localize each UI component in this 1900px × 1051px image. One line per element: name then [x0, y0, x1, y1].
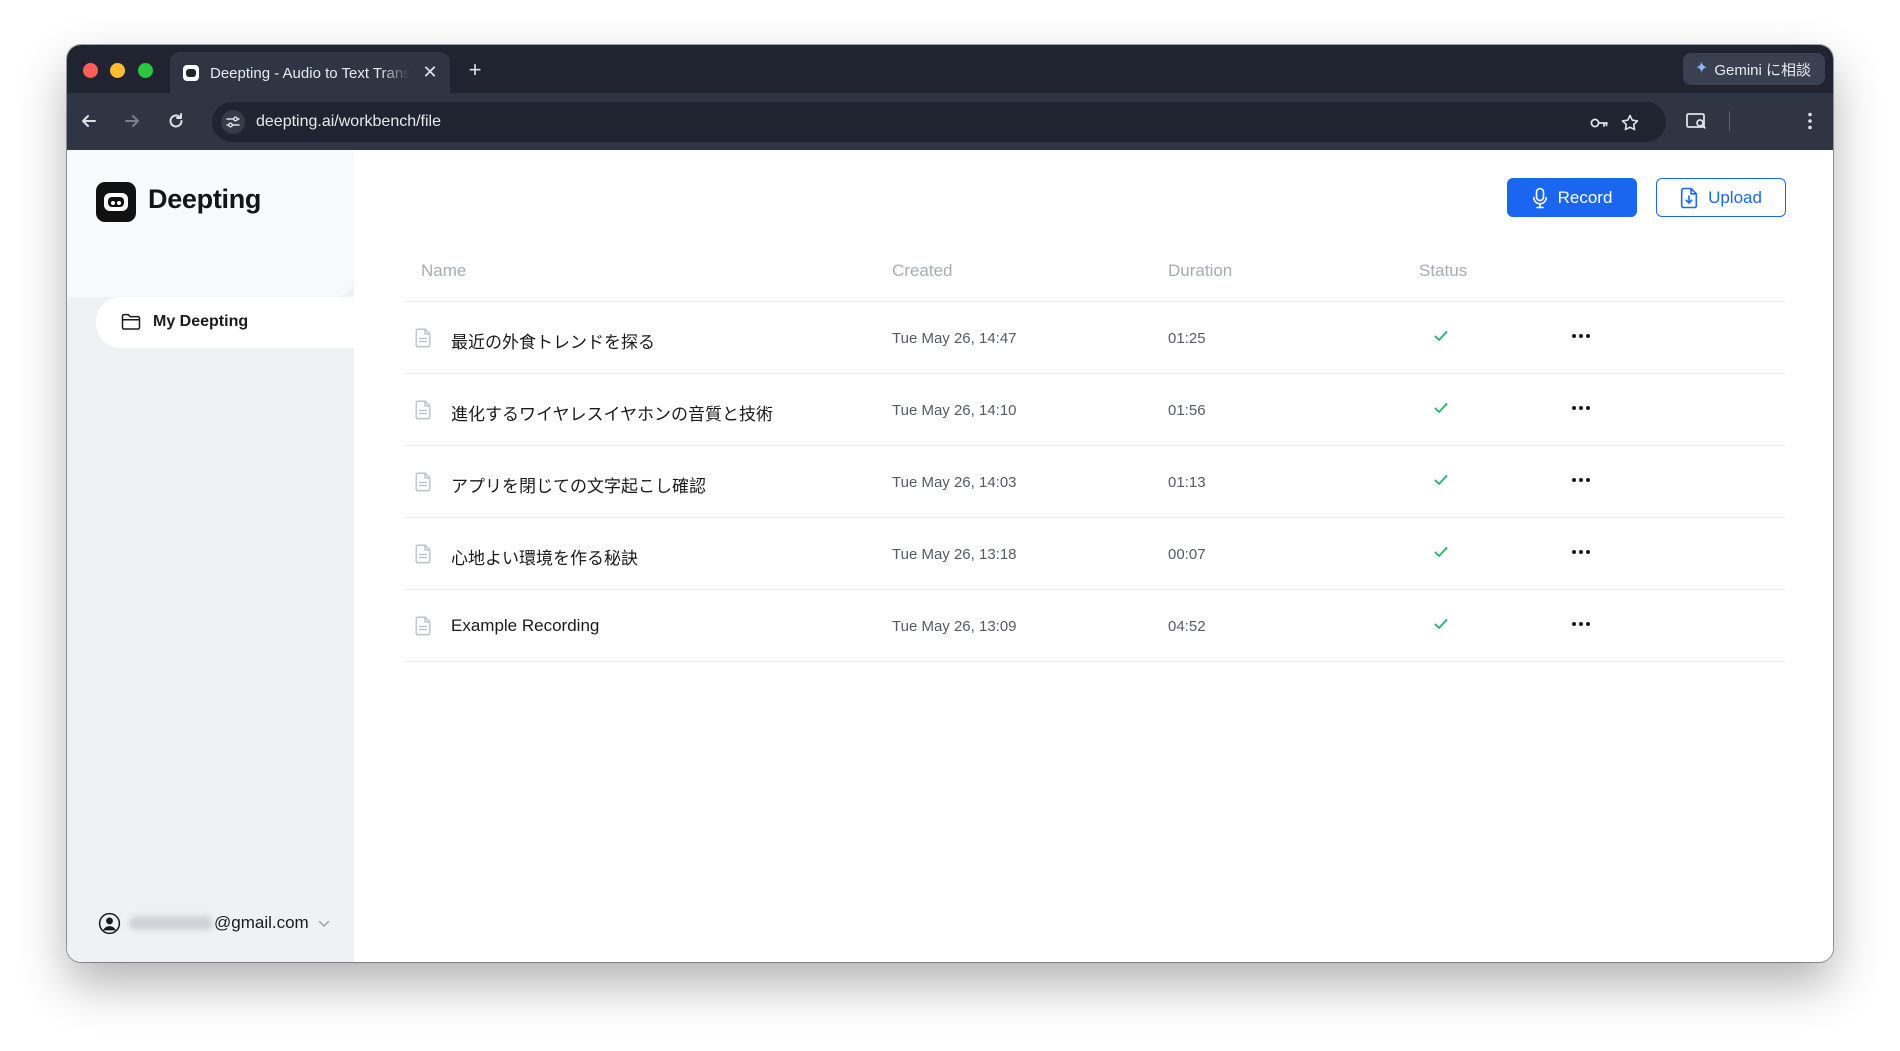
file-created: Tue May 26, 14:10 — [892, 402, 1017, 419]
close-window-button[interactable] — [83, 63, 98, 78]
more-options-icon[interactable] — [1567, 538, 1595, 566]
site-settings-button[interactable] — [221, 110, 245, 134]
forward-button[interactable] — [118, 107, 146, 135]
toolbar-divider — [1729, 111, 1730, 131]
arrow-left-icon — [82, 115, 96, 127]
sidebar-header: Deepting — [67, 150, 354, 297]
address-bar[interactable]: deepting.ai/workbench/file — [212, 102, 1666, 142]
reload-button[interactable] — [162, 107, 190, 135]
gemini-sparkle-icon: ✦ — [1694, 60, 1709, 77]
back-button[interactable] — [75, 107, 103, 135]
more-options-icon[interactable] — [1567, 394, 1595, 422]
file-table: Name Created Duration Status 最近の外食トレンドを探… — [403, 238, 1786, 662]
minimize-window-button[interactable] — [110, 63, 125, 78]
account-switcher[interactable]: @gmail.com — [98, 911, 330, 935]
file-upload-icon — [1680, 187, 1698, 208]
sidebar-body — [67, 348, 354, 962]
file-name[interactable]: 心地よい環境を作る秘訣 — [451, 544, 638, 569]
microphone-icon — [1532, 187, 1547, 208]
sidebar-item-my-deepting[interactable]: My Deepting — [96, 297, 354, 348]
file-duration: 01:13 — [1168, 474, 1206, 491]
more-options-icon[interactable] — [1567, 610, 1595, 638]
folder-icon — [121, 313, 141, 330]
file-created: Tue May 26, 14:47 — [892, 330, 1017, 347]
column-header-duration: Duration — [1168, 261, 1233, 280]
gemini-button[interactable]: ✦ Gemini に相談 — [1682, 53, 1825, 85]
user-avatar-icon — [98, 912, 121, 934]
file-created: Tue May 26, 13:09 — [892, 618, 1017, 635]
record-label: Record — [1557, 187, 1613, 207]
column-header-name: Name — [421, 261, 467, 280]
file-name[interactable]: Example Recording — [451, 616, 599, 636]
chevron-down-icon — [318, 916, 330, 931]
table-row[interactable]: 進化するワイヤレスイヤホンの音質と技術 Tue May 26, 14:10 01… — [403, 374, 1786, 446]
browser-tab[interactable]: Deepting - Audio to Text Transcription ✕ — [170, 52, 450, 93]
checkmark-icon — [1434, 547, 1448, 557]
file-created: Tue May 26, 14:03 — [892, 474, 1017, 491]
tab-search-icon[interactable] — [1684, 108, 1710, 134]
sidebar-item-label: My Deepting — [153, 313, 249, 330]
file-duration: 01:56 — [1168, 402, 1206, 419]
app-page: Deepting My Deepting @gmail.com Record U… — [67, 150, 1833, 962]
password-key-icon[interactable] — [1588, 112, 1610, 134]
deepting-favicon-icon — [183, 65, 199, 81]
new-tab-button[interactable]: + — [460, 55, 490, 85]
document-icon — [415, 328, 431, 348]
file-name[interactable]: 最近の外食トレンドを探る — [451, 328, 655, 353]
table-row[interactable]: 最近の外食トレンドを探る Tue May 26, 14:47 01:25 — [403, 302, 1786, 374]
tab-strip: Deepting - Audio to Text Transcription ✕… — [67, 45, 1833, 93]
url-text: deepting.ai/workbench/file — [256, 113, 442, 130]
file-name[interactable]: 進化するワイヤレスイヤホンの音質と技術 — [451, 400, 773, 425]
zoom-window-button[interactable] — [138, 63, 153, 78]
arrow-right-icon — [125, 115, 139, 127]
gemini-label: Gemini に相談 — [1714, 61, 1811, 79]
column-header-created: Created — [892, 261, 953, 280]
bookmark-star-icon[interactable] — [1619, 112, 1641, 134]
file-duration: 04:52 — [1168, 618, 1206, 635]
more-options-icon[interactable] — [1567, 466, 1595, 494]
file-duration: 00:07 — [1168, 546, 1206, 563]
upload-label: Upload — [1708, 187, 1762, 207]
document-icon — [415, 616, 431, 636]
browser-toolbar: deepting.ai/workbench/file — [67, 93, 1833, 150]
table-row[interactable]: アプリを閉じての文字起こし確認 Tue May 26, 14:03 01:13 — [403, 446, 1786, 518]
document-icon — [415, 544, 431, 564]
document-icon — [415, 472, 431, 492]
checkmark-icon — [1434, 475, 1448, 485]
record-button[interactable]: Record — [1507, 178, 1637, 217]
logo-eye-left — [111, 201, 115, 205]
document-icon — [415, 400, 431, 420]
deepting-logo-icon — [96, 182, 136, 222]
kebab-menu-icon[interactable] — [1797, 108, 1823, 134]
file-name[interactable]: アプリを閉じての文字起こし確認 — [451, 472, 706, 497]
brand-name: Deepting — [148, 184, 262, 214]
table-header: Name Created Duration Status — [403, 238, 1786, 302]
reload-icon — [169, 113, 183, 128]
more-options-icon[interactable] — [1567, 322, 1595, 350]
tab-close-icon[interactable]: ✕ — [420, 62, 440, 82]
upload-button[interactable]: Upload — [1656, 178, 1786, 217]
browser-window: Deepting - Audio to Text Transcription ✕… — [67, 45, 1833, 962]
table-row[interactable]: Example Recording Tue May 26, 13:09 04:5… — [403, 590, 1786, 662]
sidebar: Deepting My Deepting @gmail.com — [67, 150, 354, 962]
checkmark-icon — [1434, 403, 1448, 413]
desktop: Deepting - Audio to Text Transcription ✕… — [0, 0, 1900, 1051]
tab-title: Deepting - Audio to Text Transcription — [210, 65, 410, 82]
table-row[interactable]: 心地よい環境を作る秘訣 Tue May 26, 13:18 00:07 — [403, 518, 1786, 590]
checkmark-icon — [1434, 331, 1448, 341]
logo-eye-right — [117, 201, 121, 205]
file-duration: 01:25 — [1168, 330, 1206, 347]
redacted-email-user — [129, 916, 213, 930]
column-header-status: Status — [1419, 261, 1468, 280]
tune-icon — [226, 116, 240, 128]
account-email-domain: @gmail.com — [214, 913, 309, 932]
checkmark-icon — [1434, 619, 1448, 629]
file-created: Tue May 26, 13:18 — [892, 546, 1017, 563]
